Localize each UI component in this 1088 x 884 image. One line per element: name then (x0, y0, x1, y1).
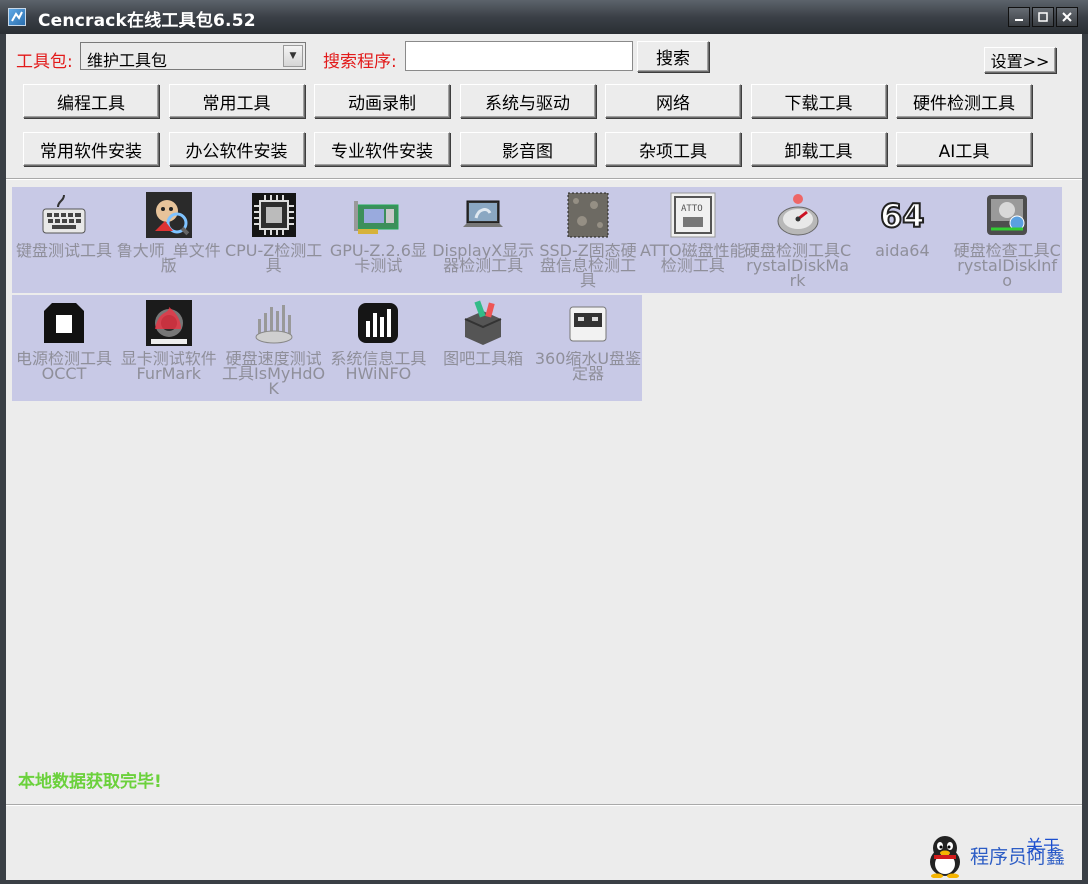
tool-item[interactable]: 64 aida64 (850, 187, 954, 291)
category-button[interactable]: 网络 (605, 84, 741, 118)
tool-label: 鲁大师_单文件版 (116, 243, 221, 273)
category-button[interactable]: 办公软件安装 (168, 132, 305, 166)
disk-info-icon (983, 191, 1031, 239)
search-label: 搜索程序: (323, 52, 397, 72)
tool-label: CPU-Z检测工具 (224, 243, 323, 273)
title-bar[interactable]: Cencrack在线工具包6.52 (0, 0, 1088, 34)
package-select[interactable]: 维护工具包 ▼ (80, 42, 306, 70)
settings-button[interactable]: 设置>> (984, 47, 1056, 73)
search-button[interactable]: 搜索 (637, 41, 709, 72)
tool-item[interactable]: 鲁大师_单文件版 (117, 187, 221, 291)
tool-item[interactable]: 电源检测工具OCCT (12, 295, 116, 399)
package-label: 工具包: (16, 52, 73, 72)
tool-item[interactable]: 键盘测试工具 (12, 187, 116, 291)
tool-item[interactable]: SSD-Z固态硬盘信息检测工具 (536, 187, 640, 291)
category-button[interactable]: 硬件检测工具 (896, 84, 1032, 118)
usb-drive-icon (564, 299, 612, 347)
app-icon (8, 8, 26, 26)
category-button[interactable]: 影音图 (459, 132, 596, 166)
tool-item[interactable]: DisplayX显示器检测工具 (431, 187, 535, 291)
tool-label: 硬盘检测工具CrystalDiskMark (744, 243, 852, 288)
tool-label: 显卡测试软件 FurMark (120, 351, 217, 381)
furmark-icon (145, 299, 193, 347)
disk-gauge-icon (774, 191, 822, 239)
toolbox-icon (459, 299, 507, 347)
minimize-icon[interactable] (1008, 7, 1030, 27)
tool-label: 硬盘检查工具CrystalDiskInfo (953, 243, 1061, 288)
client-area: 工具包: 维护工具包 ▼ 搜索程序: 搜索 设置>> 编程工具 常用工具 动画录制系… (6, 34, 1082, 880)
svg-text:ATTO: ATTO (681, 204, 703, 214)
ssd-icon (564, 191, 612, 239)
category-button[interactable]: AI工具 (896, 132, 1032, 166)
tool-item[interactable]: 图吧工具箱 (431, 295, 535, 399)
tool-label: aida64 (875, 243, 930, 258)
divider (6, 804, 1082, 806)
category-button[interactable]: 专业软件安装 (314, 132, 450, 166)
category-button[interactable]: 动画录制 (314, 84, 450, 118)
category-button[interactable]: 常用软件安装 (23, 132, 159, 166)
laptop-icon (459, 191, 507, 239)
maximize-icon[interactable] (1032, 7, 1054, 27)
window-title: Cencrack在线工具包6.52 (38, 11, 256, 31)
keyboard-icon (40, 191, 88, 239)
tool-label: 硬盘速度测试工具IsMyHdOK (222, 351, 326, 396)
search-input[interactable] (405, 41, 633, 71)
close-icon[interactable] (1056, 7, 1078, 27)
hwinfo-icon (354, 299, 402, 347)
tool-label: 键盘测试工具 (15, 243, 112, 258)
aida64-icon: 64 (878, 191, 926, 239)
chevron-down-icon[interactable]: ▼ (283, 45, 303, 67)
tool-item[interactable]: GPU-Z.2.6显卡测试 (326, 187, 430, 291)
tool-item[interactable]: CPU-Z检测工具 (222, 187, 326, 291)
tool-item[interactable]: 360缩水U盘鉴定器 (534, 295, 642, 399)
atto-disk-icon: ATTO (669, 191, 717, 239)
tool-item[interactable]: 硬盘速度测试工具IsMyHdOK (222, 295, 326, 399)
category-button[interactable]: 下载工具 (750, 84, 887, 118)
tool-item[interactable]: 显卡测试软件 FurMark (117, 295, 221, 399)
tool-label: SSD-Z固态硬盘信息检测工具 (539, 243, 637, 288)
tool-item[interactable]: ATTO ATTO磁盘性能检测工具 (640, 187, 746, 291)
svg-text:64: 64 (880, 197, 925, 235)
tool-label: ATTO磁盘性能检测工具 (640, 243, 746, 273)
about-link[interactable]: 关于 (1026, 832, 1060, 857)
package-select-value: 维护工具包 (87, 51, 168, 70)
category-button[interactable]: 编程工具 (23, 84, 159, 118)
category-button[interactable]: 系统与驱动 (459, 84, 596, 118)
status-message: 本地数据获取完毕! (18, 772, 162, 792)
cpu-chip-icon (250, 191, 298, 239)
app-window: Cencrack在线工具包6.52 工具包: 维护工具包 ▼ 搜索程序: 搜索 … (0, 0, 1088, 884)
tool-label: GPU-Z.2.6显卡测试 (329, 243, 427, 273)
category-button[interactable]: 常用工具 (168, 84, 305, 118)
tool-item[interactable]: 硬盘检测工具CrystalDiskMark (744, 187, 852, 291)
divider (6, 178, 1082, 180)
occt-icon (40, 299, 88, 347)
tool-label: 电源检测工具OCCT (15, 351, 112, 381)
graphics-card-icon (354, 191, 402, 239)
tool-item[interactable]: 系统信息工具HWiNFO (326, 295, 430, 399)
tool-label: 360缩水U盘鉴定器 (534, 351, 642, 381)
category-button[interactable]: 卸载工具 (750, 132, 887, 166)
tool-label: 图吧工具箱 (443, 351, 524, 366)
tool-label: DisplayX显示器检测工具 (432, 243, 535, 273)
tool-label: 系统信息工具HWiNFO (330, 351, 427, 381)
tool-item[interactable]: 硬盘检查工具CrystalDiskInfo (953, 187, 1061, 291)
ludashi-icon (145, 191, 193, 239)
hdd-speed-icon (250, 299, 298, 347)
qq-penguin-icon (930, 836, 960, 879)
category-button[interactable]: 杂项工具 (605, 132, 741, 166)
